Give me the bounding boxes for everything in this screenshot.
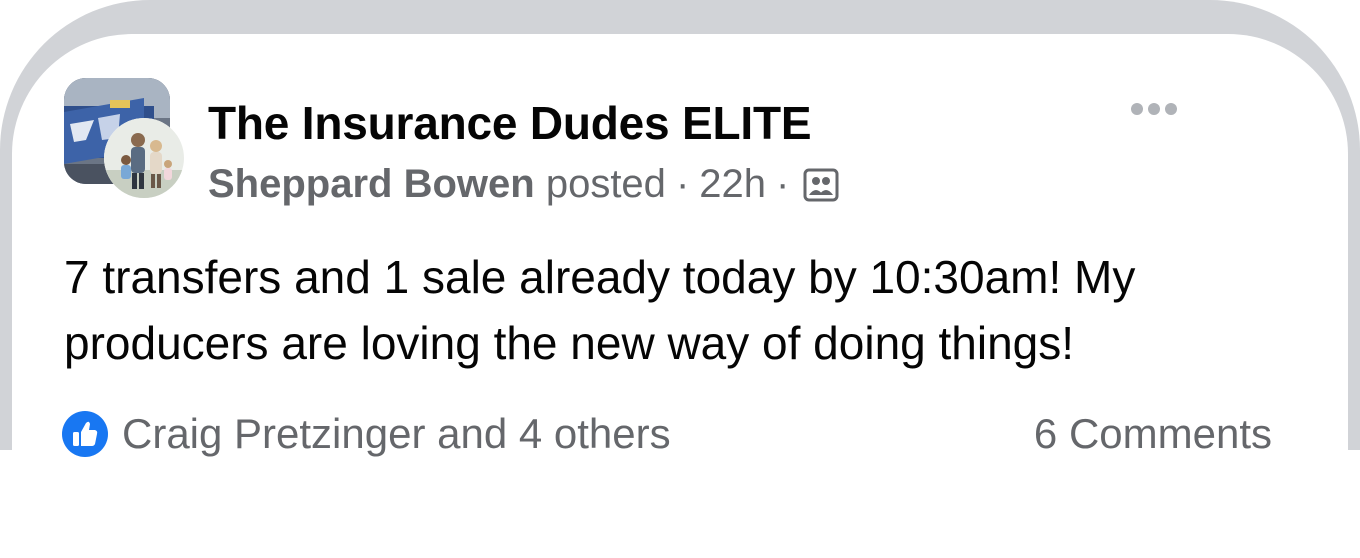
user-photo xyxy=(104,118,184,198)
user-avatar[interactable] xyxy=(104,118,184,198)
post-time[interactable]: 22h xyxy=(699,162,766,207)
group-name[interactable]: The Insurance Dudes ELITE xyxy=(208,96,812,150)
separator-dot: · xyxy=(675,162,690,206)
like-icon xyxy=(62,411,108,457)
post-body: 7 transfers and 1 sale already today by … xyxy=(64,244,1304,376)
reactions-text[interactable]: Craig Pretzinger and 4 others xyxy=(122,410,671,458)
post-meta: Sheppard Bowen posted · 22h · xyxy=(208,162,839,207)
author-name[interactable]: Sheppard Bowen xyxy=(208,162,535,207)
post-action: posted xyxy=(545,162,666,206)
group-members-icon xyxy=(803,167,839,203)
post-body-line: producers are loving the new way of doin… xyxy=(64,317,1075,369)
separator-dot: · xyxy=(776,162,790,206)
post-body-line: 7 transfers and 1 sale already today by … xyxy=(64,251,1136,303)
comments-count[interactable]: 6 Comments xyxy=(1034,410,1272,458)
more-options-icon[interactable] xyxy=(1128,100,1182,118)
reactions-summary[interactable]: Craig Pretzinger and 4 others xyxy=(62,410,671,458)
